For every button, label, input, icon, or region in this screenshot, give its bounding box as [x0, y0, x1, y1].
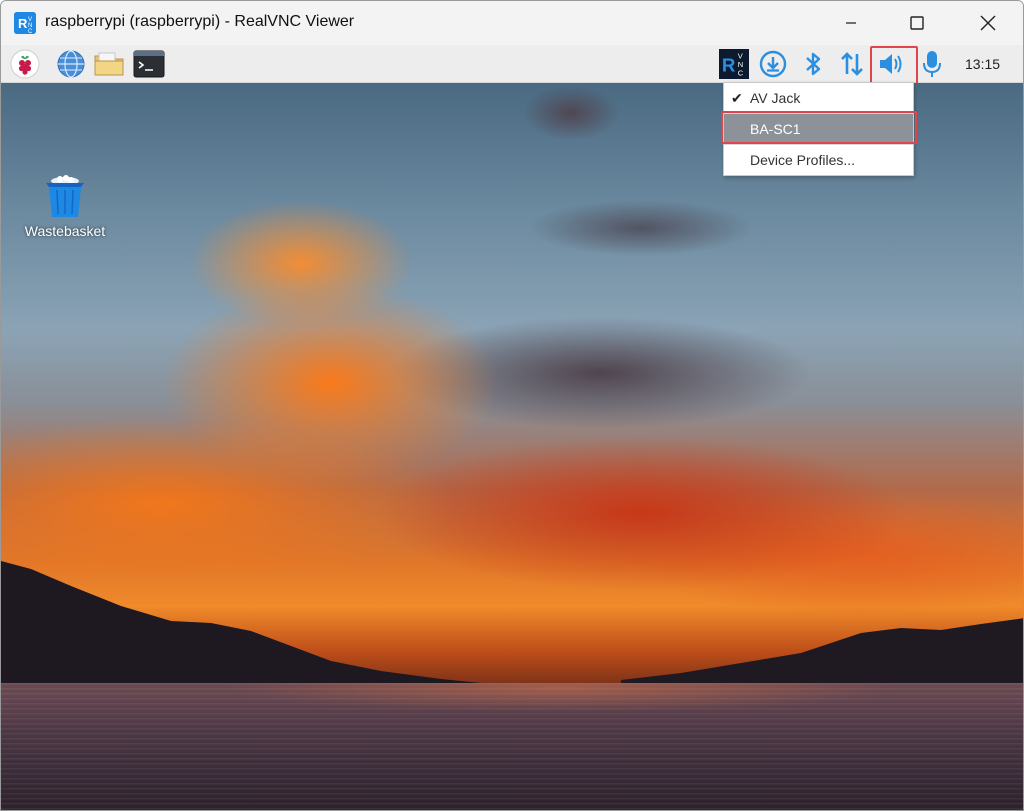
- title-bar[interactable]: R V N C raspberrypi (raspberrypi) - Real…: [1, 1, 1023, 45]
- checkmark-icon: ✔: [731, 90, 743, 106]
- desktop-icon-wastebasket[interactable]: Wastebasket: [15, 173, 115, 239]
- volume-tray-button[interactable]: [877, 49, 907, 79]
- window-title: raspberrypi (raspberrypi) - RealVNC View…: [45, 13, 355, 30]
- maximize-button[interactable]: [894, 1, 940, 45]
- svg-text:R: R: [722, 55, 736, 76]
- bluetooth-icon: [806, 52, 821, 76]
- wastebasket-icon: [46, 175, 84, 217]
- maximize-icon: [910, 16, 924, 30]
- mountain-left-silhouette: [1, 561, 481, 686]
- updater-tray-button[interactable]: [758, 49, 788, 79]
- folder-icon: [94, 52, 124, 76]
- close-icon: [980, 15, 996, 31]
- network-arrows-icon: [841, 52, 863, 76]
- terminal-launcher[interactable]: [133, 48, 165, 80]
- audio-output-menu: ✔ AV Jack BA-SC1 Device Profiles...: [723, 82, 914, 176]
- close-button[interactable]: [965, 1, 1011, 45]
- terminal-icon: [133, 50, 165, 78]
- menu-item-av-jack[interactable]: ✔ AV Jack: [724, 83, 913, 113]
- microphone-icon: [923, 51, 941, 77]
- raspberry-icon: [10, 49, 40, 79]
- download-icon: [759, 50, 787, 78]
- minimize-button[interactable]: [828, 1, 874, 45]
- panel-clock[interactable]: 13:15: [965, 56, 1000, 72]
- speaker-volume-icon: [880, 54, 902, 74]
- globe-icon: [57, 50, 85, 78]
- mountain-right-silhouette: [621, 618, 1023, 688]
- realvnc-app-icon: R V N C: [14, 12, 36, 34]
- file-manager-launcher[interactable]: [93, 48, 125, 80]
- bluetooth-tray-button[interactable]: [798, 49, 828, 79]
- vnc-server-tray-button[interactable]: R V N C: [719, 49, 749, 79]
- raspberry-menu-button[interactable]: [9, 48, 41, 80]
- menu-item-label: BA-SC1: [750, 121, 801, 137]
- menu-item-label: Device Profiles...: [750, 152, 856, 168]
- minimize-icon: [846, 22, 856, 24]
- menu-item-device-profiles[interactable]: Device Profiles...: [724, 145, 913, 175]
- menu-item-label: AV Jack: [750, 90, 801, 106]
- desktop-wallpaper[interactable]: Wastebasket: [1, 83, 1023, 810]
- network-tray-button[interactable]: [837, 49, 867, 79]
- svg-text:R: R: [18, 16, 28, 31]
- microphone-tray-button[interactable]: [917, 49, 947, 79]
- svg-text:C: C: [738, 68, 744, 77]
- raspberry-pi-panel: R V N C 13:15: [1, 45, 1023, 83]
- water-reflection: [1, 683, 1023, 723]
- vnc-viewer-window: R V N C raspberrypi (raspberrypi) - Real…: [0, 0, 1024, 811]
- vnc-icon: R V N C: [719, 49, 749, 79]
- web-browser-launcher[interactable]: [55, 48, 87, 80]
- svg-text:C: C: [28, 29, 33, 34]
- desktop-icon-label: Wastebasket: [24, 223, 106, 239]
- menu-item-ba-sc1[interactable]: BA-SC1: [724, 114, 913, 144]
